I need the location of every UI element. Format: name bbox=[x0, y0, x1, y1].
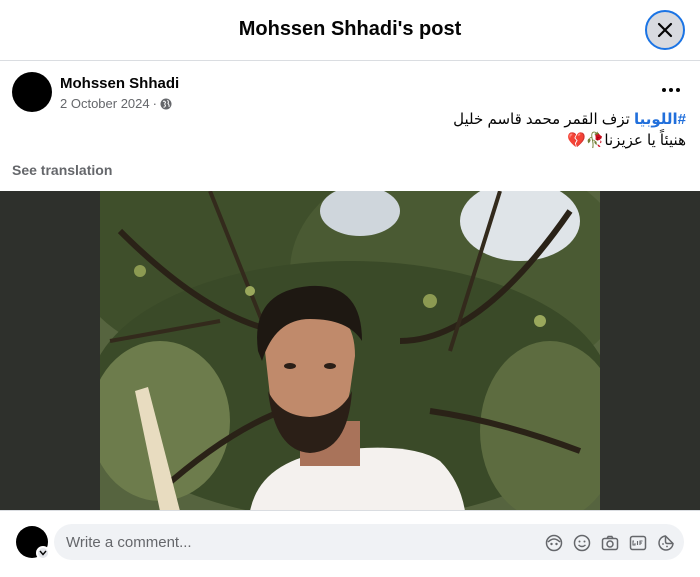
avatar-menu-button[interactable] bbox=[36, 546, 50, 560]
author-avatar[interactable] bbox=[12, 72, 52, 112]
post-text-line-1-rest: تزف القمر محمد قاسم خليل bbox=[453, 111, 634, 128]
dialog-title: Mohssen Shhadi's post bbox=[238, 18, 462, 40]
author-name[interactable]: Mohssen Shhadi bbox=[60, 75, 179, 92]
post-photo[interactable] bbox=[100, 191, 600, 511]
dialog-header: Mohssen Shhadi's post bbox=[0, 0, 700, 61]
more-options-button[interactable] bbox=[655, 78, 687, 102]
avatar-sticker-button[interactable] bbox=[544, 533, 564, 553]
post-text-line-2: هنيئاً يا عزيزنا🥀💔 bbox=[567, 132, 686, 149]
hashtag-link[interactable]: #اللوبيا bbox=[634, 111, 686, 128]
close-button[interactable] bbox=[645, 10, 685, 50]
comment-composer: Write a comment... bbox=[0, 510, 700, 577]
sticker-icon bbox=[658, 535, 674, 551]
gif-button[interactable] bbox=[628, 533, 648, 553]
post-text-line-1: #اللوبيا تزف القمر محمد قاسم خليل bbox=[186, 109, 686, 130]
post-text: #اللوبيا تزف القمر محمد قاسم خليل هنيئاً… bbox=[186, 109, 686, 151]
sticker-button[interactable] bbox=[656, 533, 676, 553]
see-translation-link[interactable]: See translation bbox=[12, 162, 112, 178]
emoji-icon bbox=[573, 534, 591, 552]
meta-separator: · bbox=[152, 96, 157, 111]
post-date[interactable]: 2 October 2024 bbox=[60, 96, 150, 111]
close-icon bbox=[657, 22, 673, 38]
chevron-down-icon bbox=[39, 550, 47, 556]
camera-icon bbox=[601, 535, 619, 551]
globe-icon[interactable] bbox=[160, 98, 172, 110]
photo-illustration bbox=[100, 191, 600, 511]
gif-icon bbox=[629, 535, 647, 551]
post-meta: 2 October 2024 · bbox=[60, 96, 172, 111]
composer-actions bbox=[544, 533, 676, 553]
emoji-button[interactable] bbox=[572, 533, 592, 553]
post-media[interactable] bbox=[0, 191, 700, 511]
photo-button[interactable] bbox=[600, 533, 620, 553]
avatar-sticker-icon bbox=[545, 534, 563, 552]
more-options-icon bbox=[662, 88, 680, 92]
